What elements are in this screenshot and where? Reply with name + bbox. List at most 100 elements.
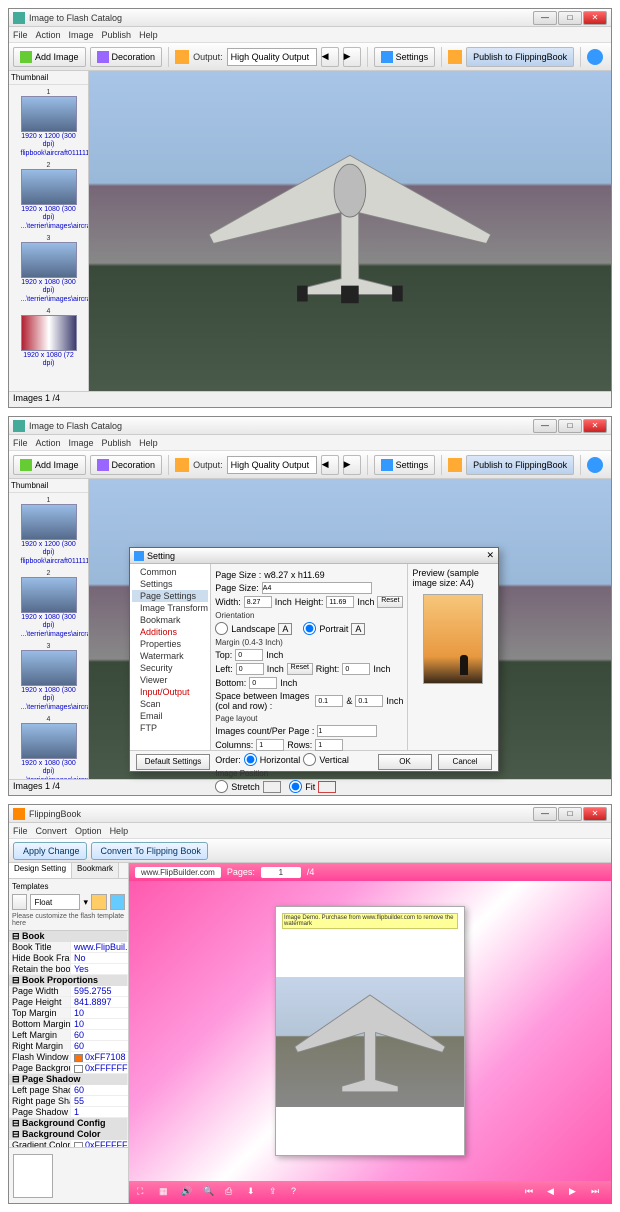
help-icon[interactable] — [587, 457, 603, 473]
tree-page[interactable]: Page Settings — [132, 590, 208, 602]
thumbnail-2[interactable]: 21920 x 1080 (300 dpi)...\terrier\images… — [21, 570, 77, 639]
thumbnail-1[interactable]: 11920 x 1200 (300 dpi)flipbook\aircraft0… — [21, 89, 77, 158]
menu-image[interactable]: Image — [69, 438, 94, 448]
menu-image[interactable]: Image — [69, 30, 94, 40]
space-row[interactable] — [355, 695, 383, 707]
output-select[interactable] — [227, 48, 317, 66]
prop-row[interactable]: Right page Shadow55 — [9, 1096, 128, 1107]
thumbnail-4[interactable]: 41920 x 1080 (72 dpi) — [21, 308, 77, 368]
thumbnail-2[interactable]: 21920 x 1080 (300 dpi)...\terrier\images… — [21, 162, 77, 231]
output-prev-button[interactable]: ◀ — [321, 47, 339, 67]
menu-publish[interactable]: Publish — [102, 438, 132, 448]
maximize-button[interactable]: □ — [558, 419, 582, 433]
menu-action[interactable]: Action — [36, 30, 61, 40]
menu-publish[interactable]: Publish — [102, 30, 132, 40]
dialog-title[interactable]: Setting✕ — [130, 548, 498, 564]
dropdown-icon[interactable]: ▾ — [83, 897, 88, 908]
fit-radio[interactable] — [289, 780, 302, 793]
tree-bookmark[interactable]: Bookmark — [132, 614, 208, 626]
menu-convert[interactable]: Convert — [36, 826, 68, 836]
tab-design[interactable]: Design Setting — [9, 863, 72, 878]
tree-transform[interactable]: Image Transform — [132, 602, 208, 614]
close-button[interactable]: ✕ — [583, 807, 607, 821]
menu-file[interactable]: File — [13, 826, 28, 836]
pagesize-select[interactable] — [262, 582, 372, 594]
share-icon[interactable]: ⇪ — [269, 1186, 281, 1198]
window-titlebar[interactable]: Image to Flash Catalog —□✕ — [9, 417, 611, 435]
publish-button[interactable]: Publish to FlippingBook — [466, 455, 574, 475]
tree-security[interactable]: Security — [132, 662, 208, 674]
apply-change-button[interactable]: Apply Change — [13, 842, 87, 860]
decoration-button[interactable]: Decoration — [90, 455, 163, 475]
minimize-button[interactable]: — — [533, 11, 557, 25]
left-margin[interactable] — [236, 663, 264, 675]
tree-io[interactable]: Input/Output — [132, 686, 208, 698]
sound-icon[interactable]: 🔊 — [181, 1186, 193, 1198]
thumbnail-3[interactable]: 31920 x 1080 (300 dpi)...\terrier\images… — [21, 235, 77, 304]
prop-group[interactable]: ⊟ Book — [9, 931, 128, 942]
thumbnail-4[interactable]: 41920 x 1080 (300 dpi)...\terrier\images… — [21, 716, 77, 779]
width-input[interactable] — [244, 596, 272, 608]
menu-option[interactable]: Option — [75, 826, 102, 836]
right-margin[interactable] — [342, 663, 370, 675]
main-preview[interactable] — [89, 71, 611, 391]
settings-button[interactable]: Settings — [374, 455, 436, 475]
prev-page-icon[interactable]: ◀ — [547, 1186, 559, 1198]
output-next-button[interactable]: ▶ — [343, 455, 361, 475]
output-prev-button[interactable]: ◀ — [321, 455, 339, 475]
add-image-button[interactable]: Add Image — [13, 455, 86, 475]
convert-button[interactable]: Convert To Flipping Book — [91, 842, 208, 860]
prop-row[interactable]: Left Margin60 — [9, 1030, 128, 1041]
prop-group[interactable]: ⊟ Page Shadow — [9, 1074, 128, 1085]
ok-button[interactable]: OK — [378, 754, 432, 770]
book-stage[interactable]: Image Demo. Purchase from www.flipbuilde… — [129, 881, 611, 1181]
template-select[interactable] — [30, 894, 80, 910]
download-icon[interactable]: ⬇ — [247, 1186, 259, 1198]
reset-size-button[interactable]: Reset — [377, 596, 403, 608]
prop-row[interactable]: Page Shadow Opacity1 — [9, 1107, 128, 1118]
output-next-button[interactable]: ▶ — [343, 47, 361, 67]
print-icon[interactable]: ⎙ — [225, 1186, 237, 1198]
space-col[interactable] — [315, 695, 343, 707]
menu-help[interactable]: Help — [139, 30, 158, 40]
prop-row[interactable]: Page Width595.2755 — [9, 986, 128, 997]
prop-row[interactable]: Left page Shadow60 — [9, 1085, 128, 1096]
window-titlebar[interactable]: FlippingBook —□✕ — [9, 805, 611, 823]
rows-input[interactable] — [315, 739, 343, 751]
template-extra-1[interactable] — [91, 894, 106, 910]
prop-row[interactable]: Page Height841.8897 — [9, 997, 128, 1008]
tree-common[interactable]: Common Settings — [132, 566, 208, 590]
window-titlebar[interactable]: Image to Flash Catalog — □ ✕ — [9, 9, 611, 27]
prop-row[interactable]: Retain the book to centerYes — [9, 964, 128, 975]
top-margin[interactable] — [235, 649, 263, 661]
tree-properties[interactable]: Properties — [132, 638, 208, 650]
tree-viewer[interactable]: Viewer — [132, 674, 208, 686]
cancel-button[interactable]: Cancel — [438, 754, 492, 770]
last-page-icon[interactable]: ⏭ — [591, 1186, 603, 1198]
tree-watermark[interactable]: Watermark — [132, 650, 208, 662]
zoom-icon[interactable]: 🔍 — [203, 1186, 215, 1198]
menu-help[interactable]: Help — [110, 826, 129, 836]
close-button[interactable]: ✕ — [583, 419, 607, 433]
fullscreen-icon[interactable]: ⛶ — [137, 1186, 149, 1198]
prop-group[interactable]: ⊟ Background Config — [9, 1118, 128, 1129]
tree-ftp[interactable]: FTP — [132, 722, 208, 734]
prop-group[interactable]: ⊟ Background Color — [9, 1129, 128, 1140]
tree-additions[interactable]: Additions — [132, 626, 208, 638]
minimize-button[interactable]: — — [533, 807, 557, 821]
thumbnail-3[interactable]: 31920 x 1080 (300 dpi)...\terrier\images… — [21, 643, 77, 712]
landscape-radio[interactable] — [215, 622, 228, 635]
prop-row[interactable]: Right Margin60 — [9, 1041, 128, 1052]
horizontal-radio[interactable] — [244, 753, 257, 766]
maximize-button[interactable]: □ — [558, 807, 582, 821]
page-input[interactable]: 1 — [261, 867, 301, 878]
prop-row[interactable]: Hide Book Frame BarNo — [9, 953, 128, 964]
vertical-radio[interactable] — [303, 753, 316, 766]
first-page-icon[interactable]: ⏮ — [525, 1186, 537, 1198]
output-select[interactable] — [227, 456, 317, 474]
preview-thumb[interactable] — [13, 1154, 53, 1198]
prop-row[interactable]: Top Margin10 — [9, 1008, 128, 1019]
stretch-radio[interactable] — [215, 780, 228, 793]
tree-email[interactable]: Email — [132, 710, 208, 722]
next-page-icon[interactable]: ▶ — [569, 1186, 581, 1198]
